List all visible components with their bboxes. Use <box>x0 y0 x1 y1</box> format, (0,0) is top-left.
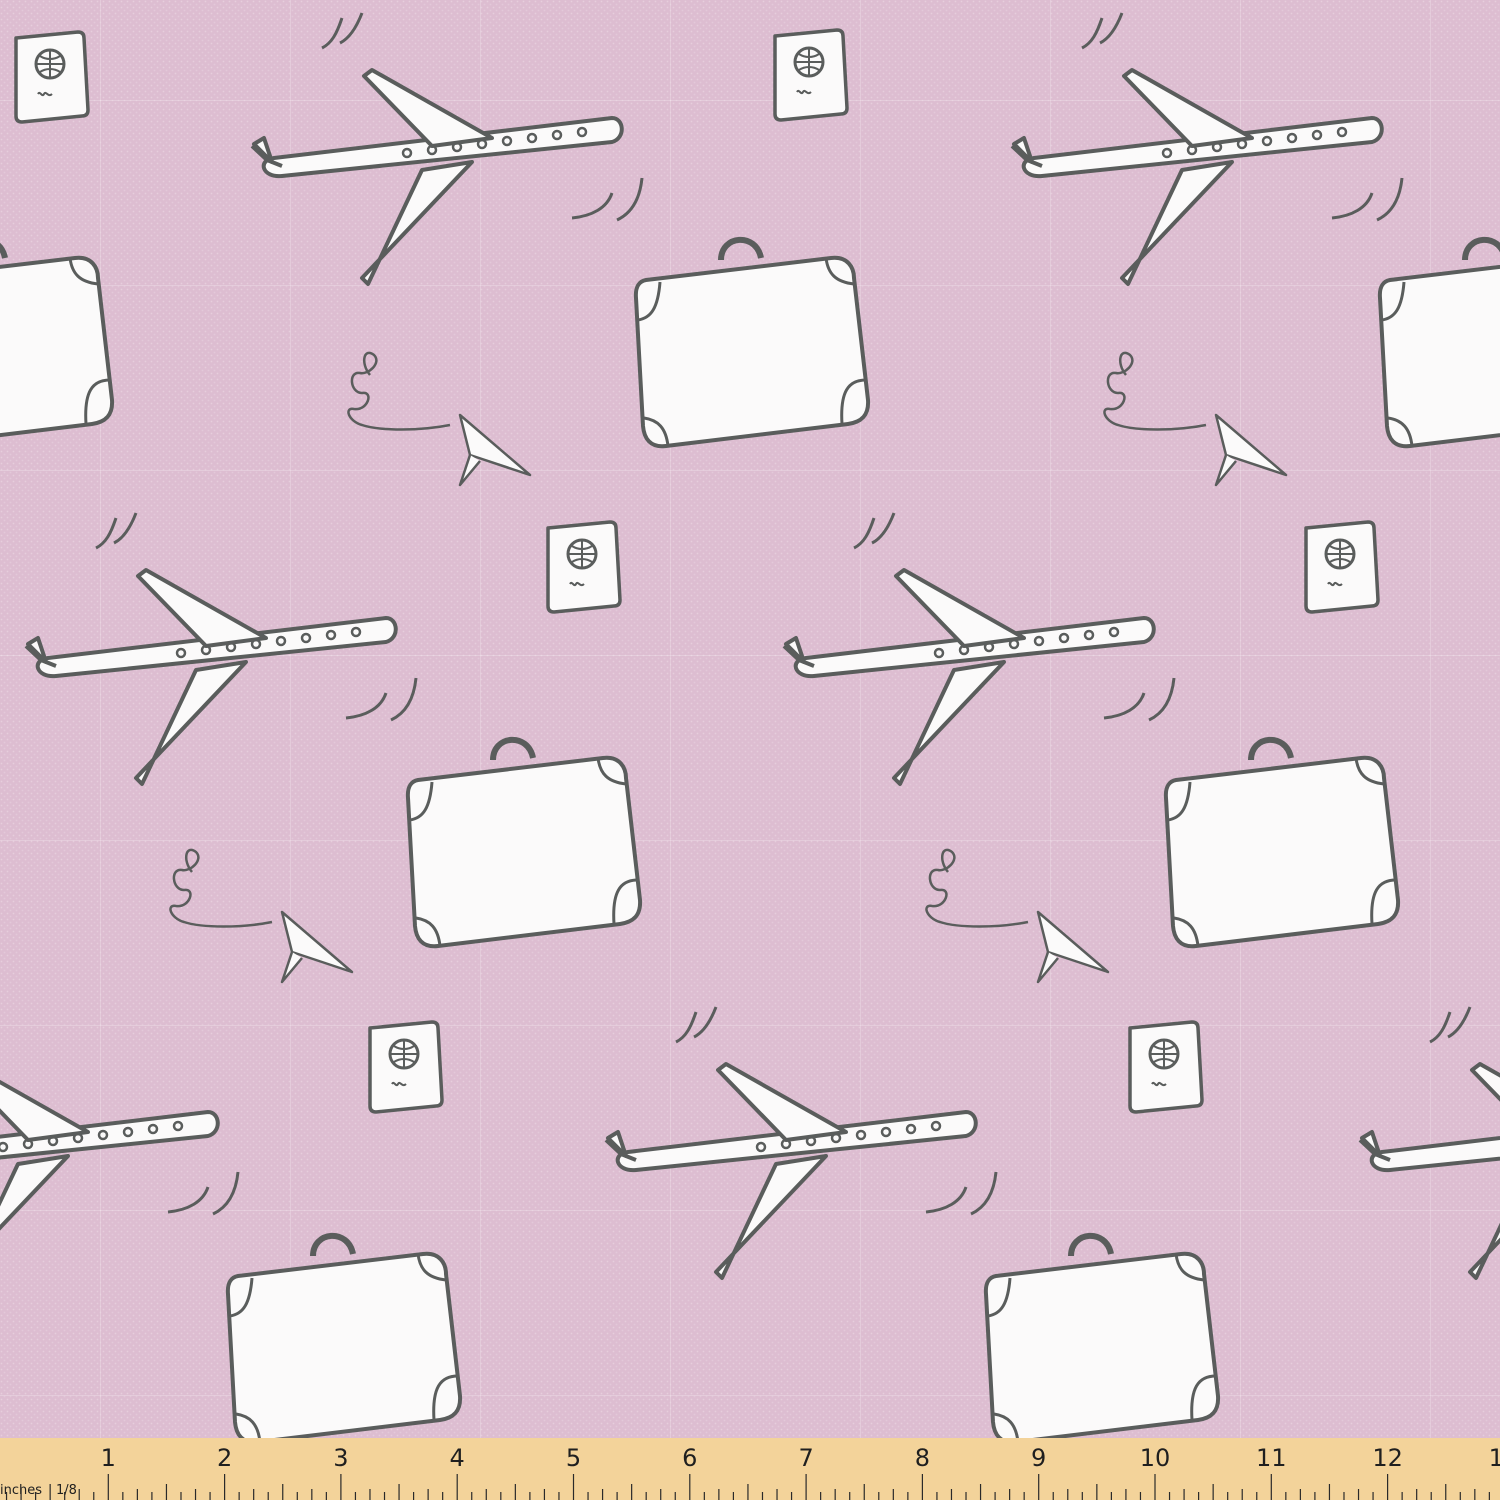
ruler-unit-label: inches <box>0 1483 42 1498</box>
suitcase-icon <box>0 240 112 446</box>
passport-icon <box>773 28 849 122</box>
passport-icon <box>546 520 622 614</box>
passport-icon <box>1304 520 1380 614</box>
passport-icon <box>1128 1020 1204 1114</box>
ruler-number: 3 <box>333 1444 348 1472</box>
ruler-number: 1 <box>101 1444 116 1472</box>
fabric-swatch <box>0 0 1500 1500</box>
ruler-number: 5 <box>566 1444 581 1472</box>
passport-icon <box>14 30 90 124</box>
ruler-number: 2 <box>217 1444 232 1472</box>
ruler-number: 6 <box>682 1444 697 1472</box>
ruler-number: 9 <box>1031 1444 1046 1472</box>
ruler-number: 4 <box>450 1444 465 1472</box>
ruler-number: 8 <box>915 1444 930 1472</box>
measuring-ruler: 12345678910111213 inches 1/8 <box>0 1438 1500 1500</box>
ruler-fraction-label: 1/8 <box>56 1483 77 1498</box>
ruler-number: 13 <box>1489 1444 1500 1472</box>
ruler-number: 12 <box>1372 1444 1403 1472</box>
ruler-number: 11 <box>1256 1444 1287 1472</box>
ruler-number: 10 <box>1140 1444 1171 1472</box>
ruler-number: 7 <box>798 1444 813 1472</box>
passport-icon <box>368 1020 444 1114</box>
